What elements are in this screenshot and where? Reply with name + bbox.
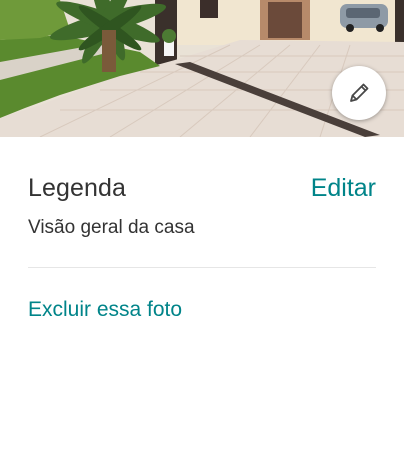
- pencil-icon: [346, 80, 372, 106]
- photo-details-screen: Legenda Editar Visão geral da casa Exclu…: [0, 0, 404, 450]
- delete-photo-link[interactable]: Excluir essa foto: [28, 295, 182, 325]
- caption-text: Visão geral da casa: [28, 217, 195, 238]
- edit-caption-link[interactable]: Editar: [311, 174, 376, 203]
- house-photo: [0, 0, 404, 137]
- divider: [28, 267, 376, 268]
- caption-header: Legenda Editar: [28, 170, 376, 206]
- edit-photo-button[interactable]: [332, 66, 386, 120]
- caption-title: Legenda: [28, 173, 127, 202]
